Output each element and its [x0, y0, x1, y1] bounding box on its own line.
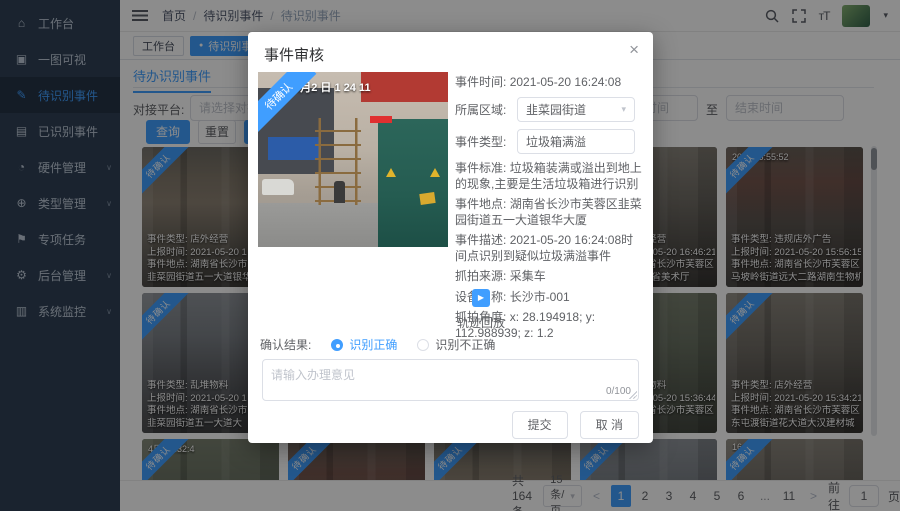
event-time-label: 事件时间: [455, 75, 506, 89]
device-value: 长沙市-001 [510, 290, 570, 304]
close-icon[interactable]: × [629, 40, 639, 60]
cancel-button[interactable]: 取 消 [580, 411, 639, 439]
area-value: 韭菜园街道 [526, 101, 586, 118]
type-label: 事件类型: [455, 133, 517, 150]
comment-box: 0/100 [262, 359, 639, 401]
trajectory-playback[interactable]: ▶ 轨迹回放 [451, 289, 511, 331]
address-row: 事件地点: 湖南省长沙市芙蓉区韭菜园街道五一大道银华大厦 [455, 197, 645, 228]
event-type-input[interactable]: 垃圾箱满溢 [517, 129, 635, 154]
source-row: 抓拍来源: 采集车 [455, 269, 645, 285]
address-label: 事件地点: [455, 197, 506, 211]
cabinet-label [419, 192, 436, 206]
source-label: 抓拍来源: [455, 269, 506, 283]
event-time-value: 2021-05-20 16:24:08 [510, 75, 621, 89]
standard-row: 事件标准: 垃圾箱装满或溢出到地上的现象,主要是生活垃圾箱进行识别 [455, 161, 645, 192]
photo-person [334, 181, 345, 204]
comment-textarea[interactable] [262, 359, 639, 401]
photo-green-cabinet [378, 119, 448, 247]
photo-road [258, 203, 380, 247]
area-label: 所属区域: [455, 101, 517, 118]
description-row: 事件描述: 2021-05-20 16:24:08时间点识别到疑似垃圾满溢事件 [455, 233, 645, 264]
radio-incorrect[interactable] [417, 339, 429, 351]
video-play-icon[interactable]: ▶ [472, 289, 490, 307]
confirm-result-row: 确认结果: 识别正确 识别不正确 [260, 336, 495, 353]
app-window: ⌂ 工作台 ▣ 一图可视 ✎ 待识别事件 ▤ 已识别事件 ◔ 硬件管理 ∨ ⊕ … [0, 0, 900, 511]
area-select[interactable]: 韭菜园街道 ▾ [517, 97, 635, 122]
trajectory-label: 轨迹回放 [451, 314, 511, 331]
photo-red-banner [361, 72, 448, 102]
warning-triangle-icon [430, 168, 440, 177]
area-row: 所属区域: 韭菜园街道 ▾ [455, 97, 645, 122]
event-photo: 待确认 05月2 日 1 24 11 [258, 72, 448, 247]
detection-mark [370, 116, 392, 123]
modal-footer: 提交 取 消 [512, 411, 639, 439]
event-review-modal: 事件审核 × 待确认 05月2 日 1 24 11 事件时间: 2021-05-… [248, 32, 653, 443]
photo-car [262, 179, 294, 195]
confirm-result-label: 确认结果: [260, 336, 311, 353]
event-type-value: 垃圾箱满溢 [526, 133, 586, 150]
radio-incorrect-label[interactable]: 识别不正确 [435, 336, 495, 353]
description-label: 事件描述: [455, 233, 506, 247]
radio-correct[interactable] [331, 339, 343, 351]
radio-correct-label[interactable]: 识别正确 [349, 336, 397, 353]
modal-title: 事件审核 [264, 44, 324, 65]
source-value: 采集车 [510, 269, 546, 283]
standard-label: 事件标准: [455, 161, 506, 175]
type-row: 事件类型: 垃圾箱满溢 [455, 129, 645, 154]
chevron-down-icon: ▾ [621, 104, 626, 115]
photo-blue-sign [268, 137, 319, 160]
submit-button[interactable]: 提交 [512, 411, 568, 439]
warning-triangle-icon [386, 168, 396, 177]
event-time-row: 事件时间: 2021-05-20 16:24:08 [455, 74, 645, 90]
